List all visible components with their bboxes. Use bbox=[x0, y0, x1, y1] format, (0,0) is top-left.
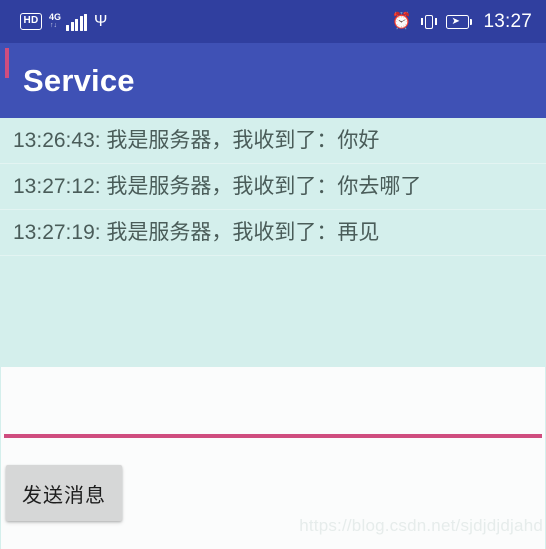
message-input-wrapper[interactable] bbox=[7, 371, 539, 443]
list-item[interactable]: 13:26:43: 我是服务器，我收到了：你好 bbox=[0, 118, 546, 164]
signal-bar-3 bbox=[75, 18, 79, 31]
status-bar-left-icons: HD 4G ↑↓ Ψ bbox=[20, 11, 108, 31]
network-type-label: 4G bbox=[49, 11, 62, 22]
battery-charging-bolt: ➤ bbox=[451, 16, 460, 27]
battery-cap bbox=[470, 18, 473, 25]
status-bar-clock: 13:27 bbox=[483, 11, 532, 32]
signal-bar-1 bbox=[66, 24, 70, 31]
alarm-clock-icon: ⏰ bbox=[391, 12, 412, 30]
usb-icon: Ψ bbox=[94, 12, 108, 30]
vibrate-wave-left bbox=[420, 17, 423, 25]
input-panel bbox=[0, 366, 546, 549]
list-item[interactable]: 13:27:19: 我是服务器，我收到了：再见 bbox=[0, 210, 546, 256]
signal-bar-4 bbox=[79, 15, 83, 31]
vibrate-wave-right bbox=[435, 17, 437, 25]
message-text: 13:27:12: 我是服务器，我收到了：你去哪了 bbox=[13, 175, 422, 198]
signal-bars-icon: 4G ↑↓ bbox=[49, 11, 88, 31]
network-activity-label: ↑↓ bbox=[50, 21, 58, 29]
vibrate-icon bbox=[420, 13, 437, 31]
signal-bar-2 bbox=[70, 21, 74, 31]
app-bar-title: Service bbox=[23, 63, 135, 98]
message-list[interactable]: 13:26:43: 我是服务器，我收到了：你好 13:27:12: 我是服务器，… bbox=[0, 118, 546, 366]
signal-bar-group bbox=[66, 13, 88, 31]
phone-screen: HD 4G ↑↓ Ψ ⏰ ➤ 13:27 Service 13:26:43: 我… bbox=[0, 0, 546, 549]
signal-bar-5 bbox=[84, 13, 88, 31]
hd-badge-icon: HD bbox=[20, 13, 43, 30]
text-cursor bbox=[5, 48, 9, 78]
message-text: 13:26:43: 我是服务器，我收到了：你好 bbox=[13, 129, 380, 152]
message-input[interactable] bbox=[7, 371, 539, 443]
send-message-button[interactable]: 发送消息 bbox=[6, 465, 122, 521]
app-bar: Service bbox=[0, 43, 546, 118]
vibrate-body bbox=[424, 14, 433, 29]
status-bar-right-icons: ⏰ ➤ 13:27 bbox=[392, 12, 532, 31]
battery-charging-icon: ➤ bbox=[446, 14, 473, 29]
message-text: 13:27:19: 我是服务器，我收到了：再见 bbox=[13, 221, 380, 244]
status-bar: HD 4G ↑↓ Ψ ⏰ ➤ 13:27 bbox=[0, 0, 546, 43]
input-underline bbox=[4, 434, 542, 438]
list-item[interactable]: 13:27:12: 我是服务器，我收到了：你去哪了 bbox=[0, 164, 546, 210]
